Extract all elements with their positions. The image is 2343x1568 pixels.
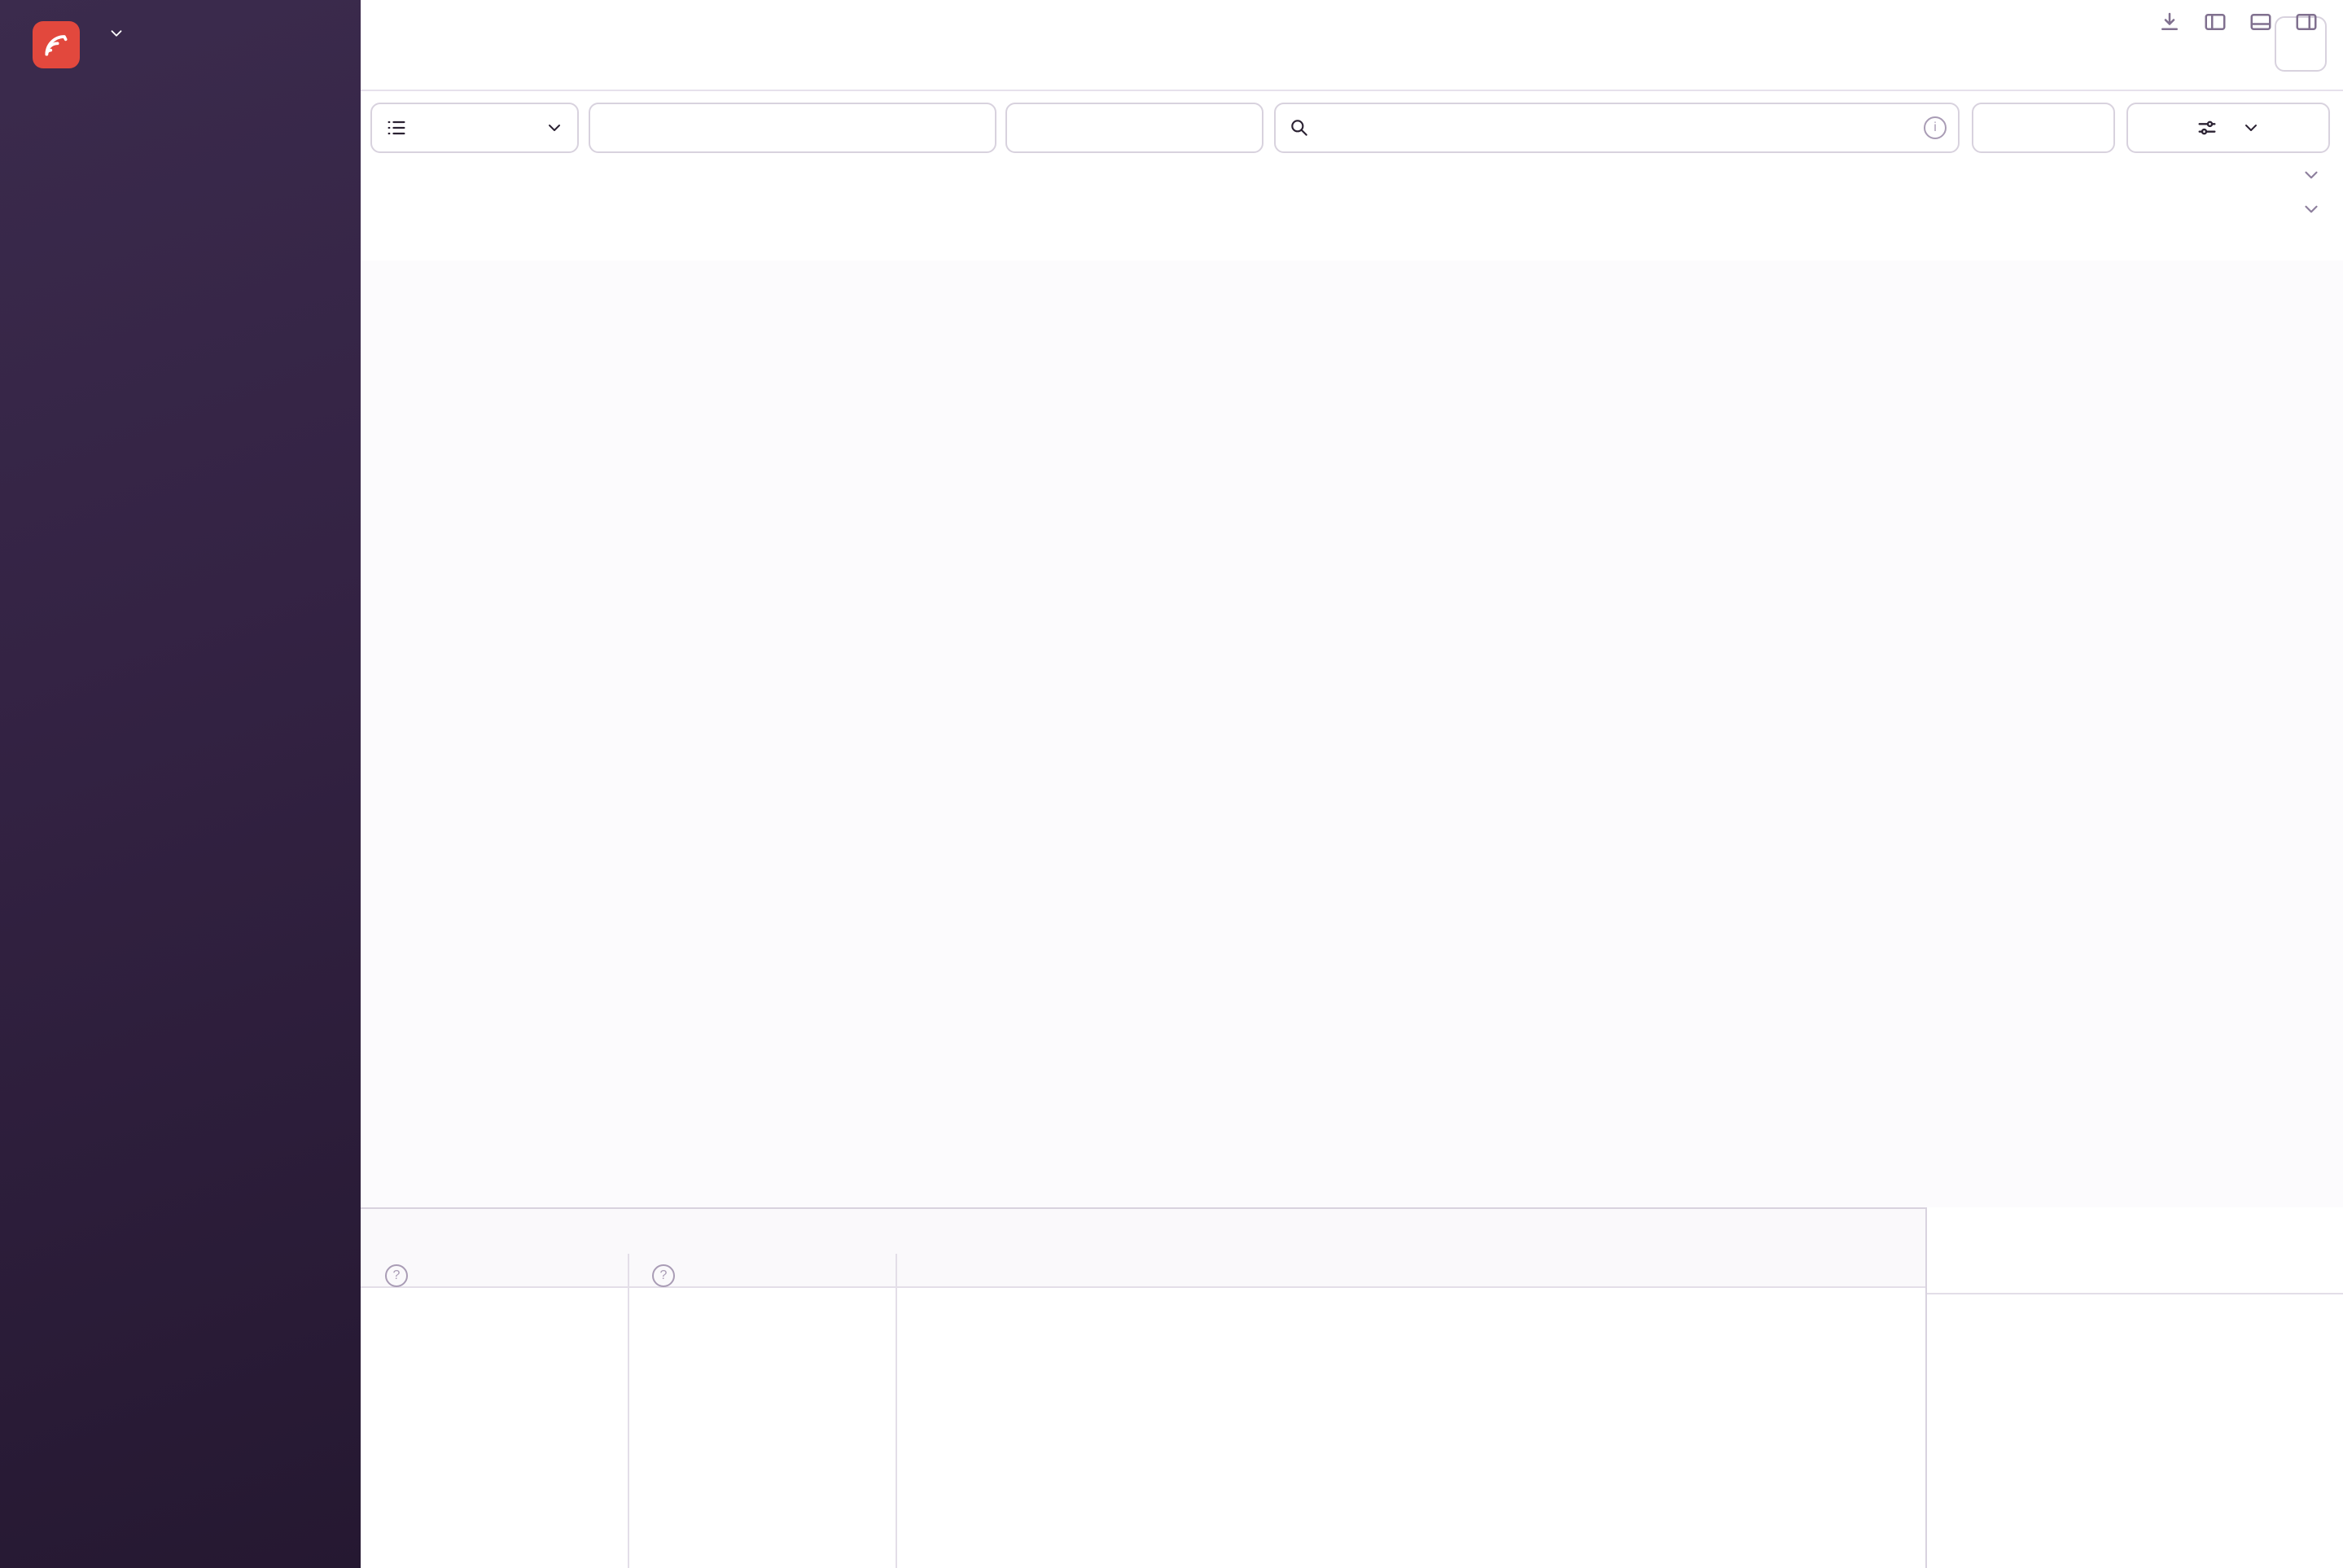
profile-axis [361, 228, 2343, 261]
transaction-strip[interactable] [361, 194, 2343, 230]
total-time-header[interactable]: ? [644, 1259, 675, 1287]
sort-segmented-control [589, 103, 996, 153]
chevron-down-icon[interactable] [2301, 199, 2322, 224]
sentry-logo-icon[interactable] [33, 21, 80, 68]
sliders-icon [2196, 116, 2218, 139]
thread-select[interactable] [370, 103, 579, 153]
main-area: i ? ? [361, 0, 2343, 1568]
color-coding-button[interactable] [2126, 103, 2330, 153]
frames-table-header: ? ? [361, 1254, 1925, 1288]
list-icon [385, 116, 408, 139]
flamegraph-canvas[interactable] [361, 261, 2343, 1207]
find-frames-search[interactable]: i [1274, 103, 1960, 153]
self-time-header[interactable]: ? [377, 1259, 408, 1287]
org-switcher[interactable] [98, 24, 125, 42]
chevron-down-icon [107, 24, 125, 42]
column-divider[interactable] [896, 1254, 897, 1568]
toolbar: i [361, 91, 2343, 161]
reset-zoom-button[interactable] [1972, 103, 2115, 153]
help-icon: ? [385, 1264, 408, 1287]
dock-bottom-icon[interactable] [2249, 10, 2273, 34]
chevron-down-icon[interactable] [2301, 164, 2322, 190]
info-icon[interactable]: i [1924, 116, 1947, 139]
download-icon[interactable] [2157, 10, 2182, 34]
dock-right-icon[interactable] [2294, 10, 2319, 34]
minimap-strip[interactable] [361, 160, 2343, 195]
details-tabs [1927, 1254, 2343, 1294]
chevron-down-icon [2241, 118, 2261, 138]
chevron-down-icon [545, 118, 564, 138]
column-divider[interactable] [628, 1254, 629, 1568]
frames-table [361, 1288, 1925, 1568]
panel-layout-icons [2157, 10, 2319, 34]
search-input[interactable] [1320, 116, 1916, 141]
header-bar [361, 0, 2343, 91]
details-panel [1925, 1207, 2343, 1568]
help-icon: ? [652, 1264, 675, 1287]
direction-segmented-control [1005, 103, 1263, 153]
dock-left-icon[interactable] [2203, 10, 2227, 34]
sidebar [0, 0, 361, 1568]
search-icon [1289, 117, 1310, 138]
